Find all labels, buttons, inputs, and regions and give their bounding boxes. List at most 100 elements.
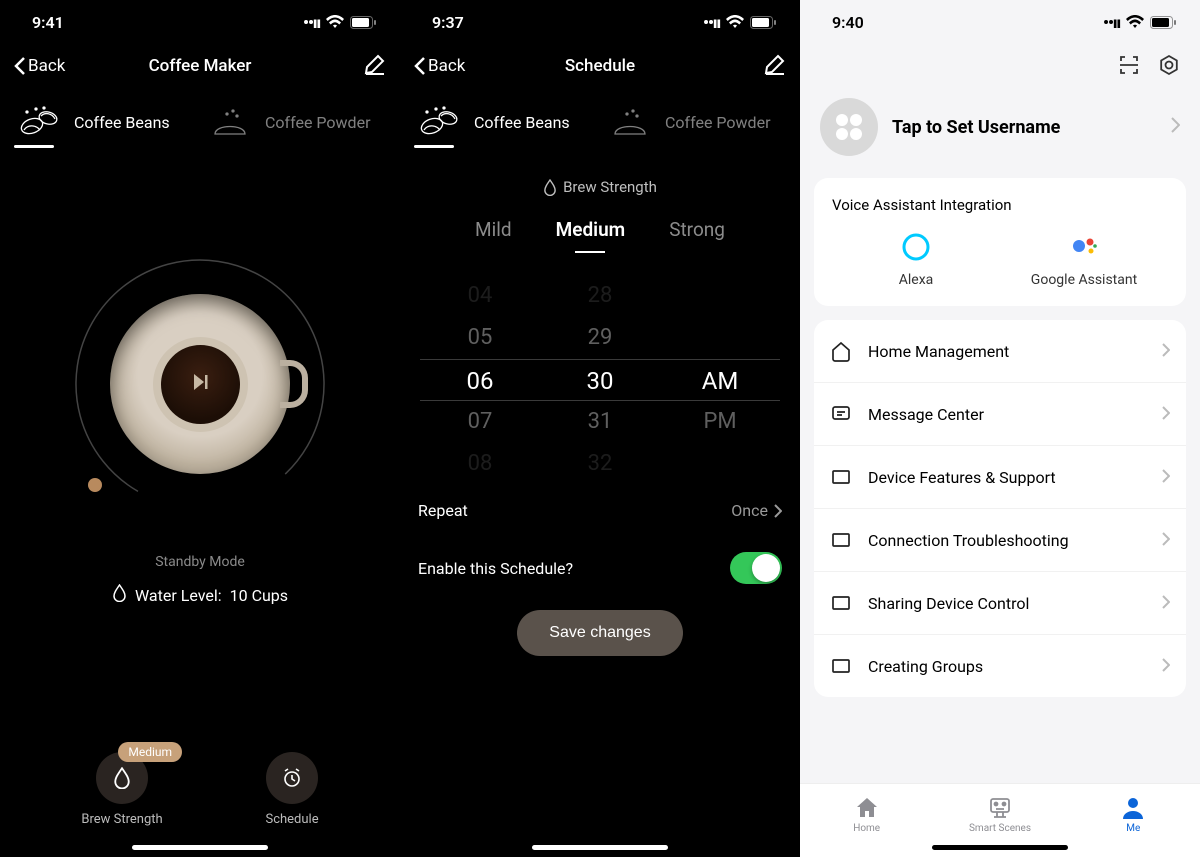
tab-beans-label: Coffee Beans (74, 113, 170, 132)
powder-icon (205, 104, 255, 140)
clock: 9:37 (432, 13, 703, 32)
list-item[interactable]: Creating Groups (814, 635, 1186, 697)
username: Tap to Set Username (892, 117, 1157, 138)
brew-strength-button[interactable]: Medium Brew Strength (81, 752, 162, 827)
list-item-icon (830, 403, 852, 425)
list-item-label: Sharing Device Control (868, 594, 1146, 613)
strength-tabs: Mild Medium Strong (400, 218, 800, 253)
picker-row[interactable]: 0529 (420, 317, 780, 359)
edit-button[interactable] (364, 53, 386, 79)
profile-row[interactable]: Tap to Set Username (800, 90, 1200, 178)
wifi-icon (1126, 15, 1144, 29)
picker-row[interactable]: 0428 (420, 275, 780, 317)
coffee-type-tabs: Coffee Beans Coffee Powder (400, 88, 800, 154)
settings-button[interactable] (1158, 54, 1180, 80)
chevron-right-icon (1162, 531, 1170, 550)
tab-coffee-beans[interactable]: Coffee Beans (414, 96, 595, 154)
list-item-icon (830, 340, 852, 362)
signal-icon (1103, 13, 1120, 32)
status-bar: 9:37 (400, 0, 800, 44)
tab-powder-label: Coffee Powder (265, 113, 370, 132)
dial-area: Standby Mode Water Level: 10 Cups (0, 154, 400, 606)
tab-coffee-powder[interactable]: Coffee Powder (205, 96, 386, 154)
water-drop-icon (112, 767, 132, 789)
list-item[interactable]: Device Features & Support (814, 446, 1186, 509)
water-label: Water Level: (135, 586, 222, 605)
chevron-right-icon (1162, 405, 1170, 424)
picker-row[interactable]: 0832 (420, 443, 780, 485)
home-indicator[interactable] (532, 845, 668, 850)
enable-toggle[interactable] (730, 552, 782, 584)
back-button[interactable]: Back (14, 56, 65, 76)
battery-icon (750, 16, 776, 29)
status-icons (1103, 13, 1176, 32)
picker-row[interactable]: 0731PM (420, 401, 780, 443)
top-actions (800, 44, 1200, 90)
tab-me[interactable]: Me (1067, 784, 1200, 845)
beans-icon (14, 104, 64, 140)
chevron-right-icon (1162, 468, 1170, 487)
settings-list: Home Management Message Center Device Feat… (814, 320, 1186, 697)
chevron-right-icon (1171, 117, 1180, 137)
google-button[interactable]: Google Assistant (1000, 232, 1168, 288)
screen-schedule: 9:37 Back Schedule (400, 0, 800, 857)
tab-medium[interactable]: Medium (556, 218, 626, 253)
back-label: Back (428, 56, 465, 76)
home-indicator[interactable] (932, 845, 1068, 850)
list-item-label: Home Management (868, 342, 1146, 361)
header: Back Schedule (400, 44, 800, 88)
water-level: Water Level: 10 Cups (112, 584, 288, 606)
list-item[interactable]: Home Management (814, 320, 1186, 383)
dial[interactable] (60, 244, 340, 524)
list-item-label: Message Center (868, 405, 1146, 424)
schedule-label: Schedule (265, 812, 318, 827)
scenes-icon (987, 795, 1013, 821)
active-underline (414, 145, 454, 148)
chevron-right-icon (1162, 594, 1170, 613)
alexa-icon (901, 232, 931, 262)
water-drop-icon (543, 179, 557, 196)
list-item-icon (830, 466, 852, 488)
time-picker[interactable]: 042805290630AM0731PM0832 (400, 275, 800, 485)
list-item[interactable]: Message Center (814, 383, 1186, 446)
list-item[interactable]: Sharing Device Control (814, 572, 1186, 635)
edit-button[interactable] (764, 53, 786, 79)
home-indicator[interactable] (132, 845, 268, 850)
tab-scenes[interactable]: Smart Scenes (933, 784, 1066, 845)
list-item-label: Creating Groups (868, 657, 1146, 676)
clock: 9:40 (832, 13, 1103, 32)
alexa-button[interactable]: Alexa (832, 232, 1000, 288)
screen-coffee-maker: 9:41 Back Coffee Maker (0, 0, 400, 857)
bottom-actions: Medium Brew Strength Schedule (0, 752, 400, 827)
save-button[interactable]: Save changes (517, 610, 682, 656)
status-icons (303, 13, 376, 32)
battery-icon (1150, 16, 1176, 29)
schedule-button[interactable]: Schedule (265, 752, 318, 827)
brew-strength-heading: Brew Strength (400, 178, 800, 196)
clock: 9:41 (32, 13, 303, 32)
back-button[interactable]: Back (414, 56, 465, 76)
tab-coffee-beans[interactable]: Coffee Beans (14, 96, 195, 154)
schedule-circle (266, 752, 318, 804)
beans-icon (414, 104, 464, 140)
dial-knob[interactable] (88, 478, 102, 492)
list-item-label: Device Features & Support (868, 468, 1146, 487)
status-bar: 9:41 (0, 0, 400, 44)
start-brew-button[interactable] (110, 294, 290, 474)
tab-coffee-powder[interactable]: Coffee Powder (605, 96, 786, 154)
repeat-value: Once (731, 501, 782, 520)
voice-title: Voice Assistant Integration (832, 196, 1168, 214)
play-icon (189, 371, 211, 397)
alexa-label: Alexa (899, 272, 934, 288)
repeat-row[interactable]: Repeat Once (400, 485, 800, 536)
brew-strength-section: Brew Strength Mild Medium Strong (400, 178, 800, 253)
battery-icon (350, 16, 376, 29)
picker-row[interactable]: 0630AM (420, 359, 780, 401)
list-item[interactable]: Connection Troubleshooting (814, 509, 1186, 572)
scan-button[interactable] (1118, 54, 1140, 80)
tab-mild[interactable]: Mild (475, 218, 512, 253)
tab-home[interactable]: Home (800, 784, 933, 845)
chevron-right-icon (1162, 657, 1170, 676)
chevron-right-icon (774, 504, 782, 518)
tab-strong[interactable]: Strong (669, 218, 725, 253)
